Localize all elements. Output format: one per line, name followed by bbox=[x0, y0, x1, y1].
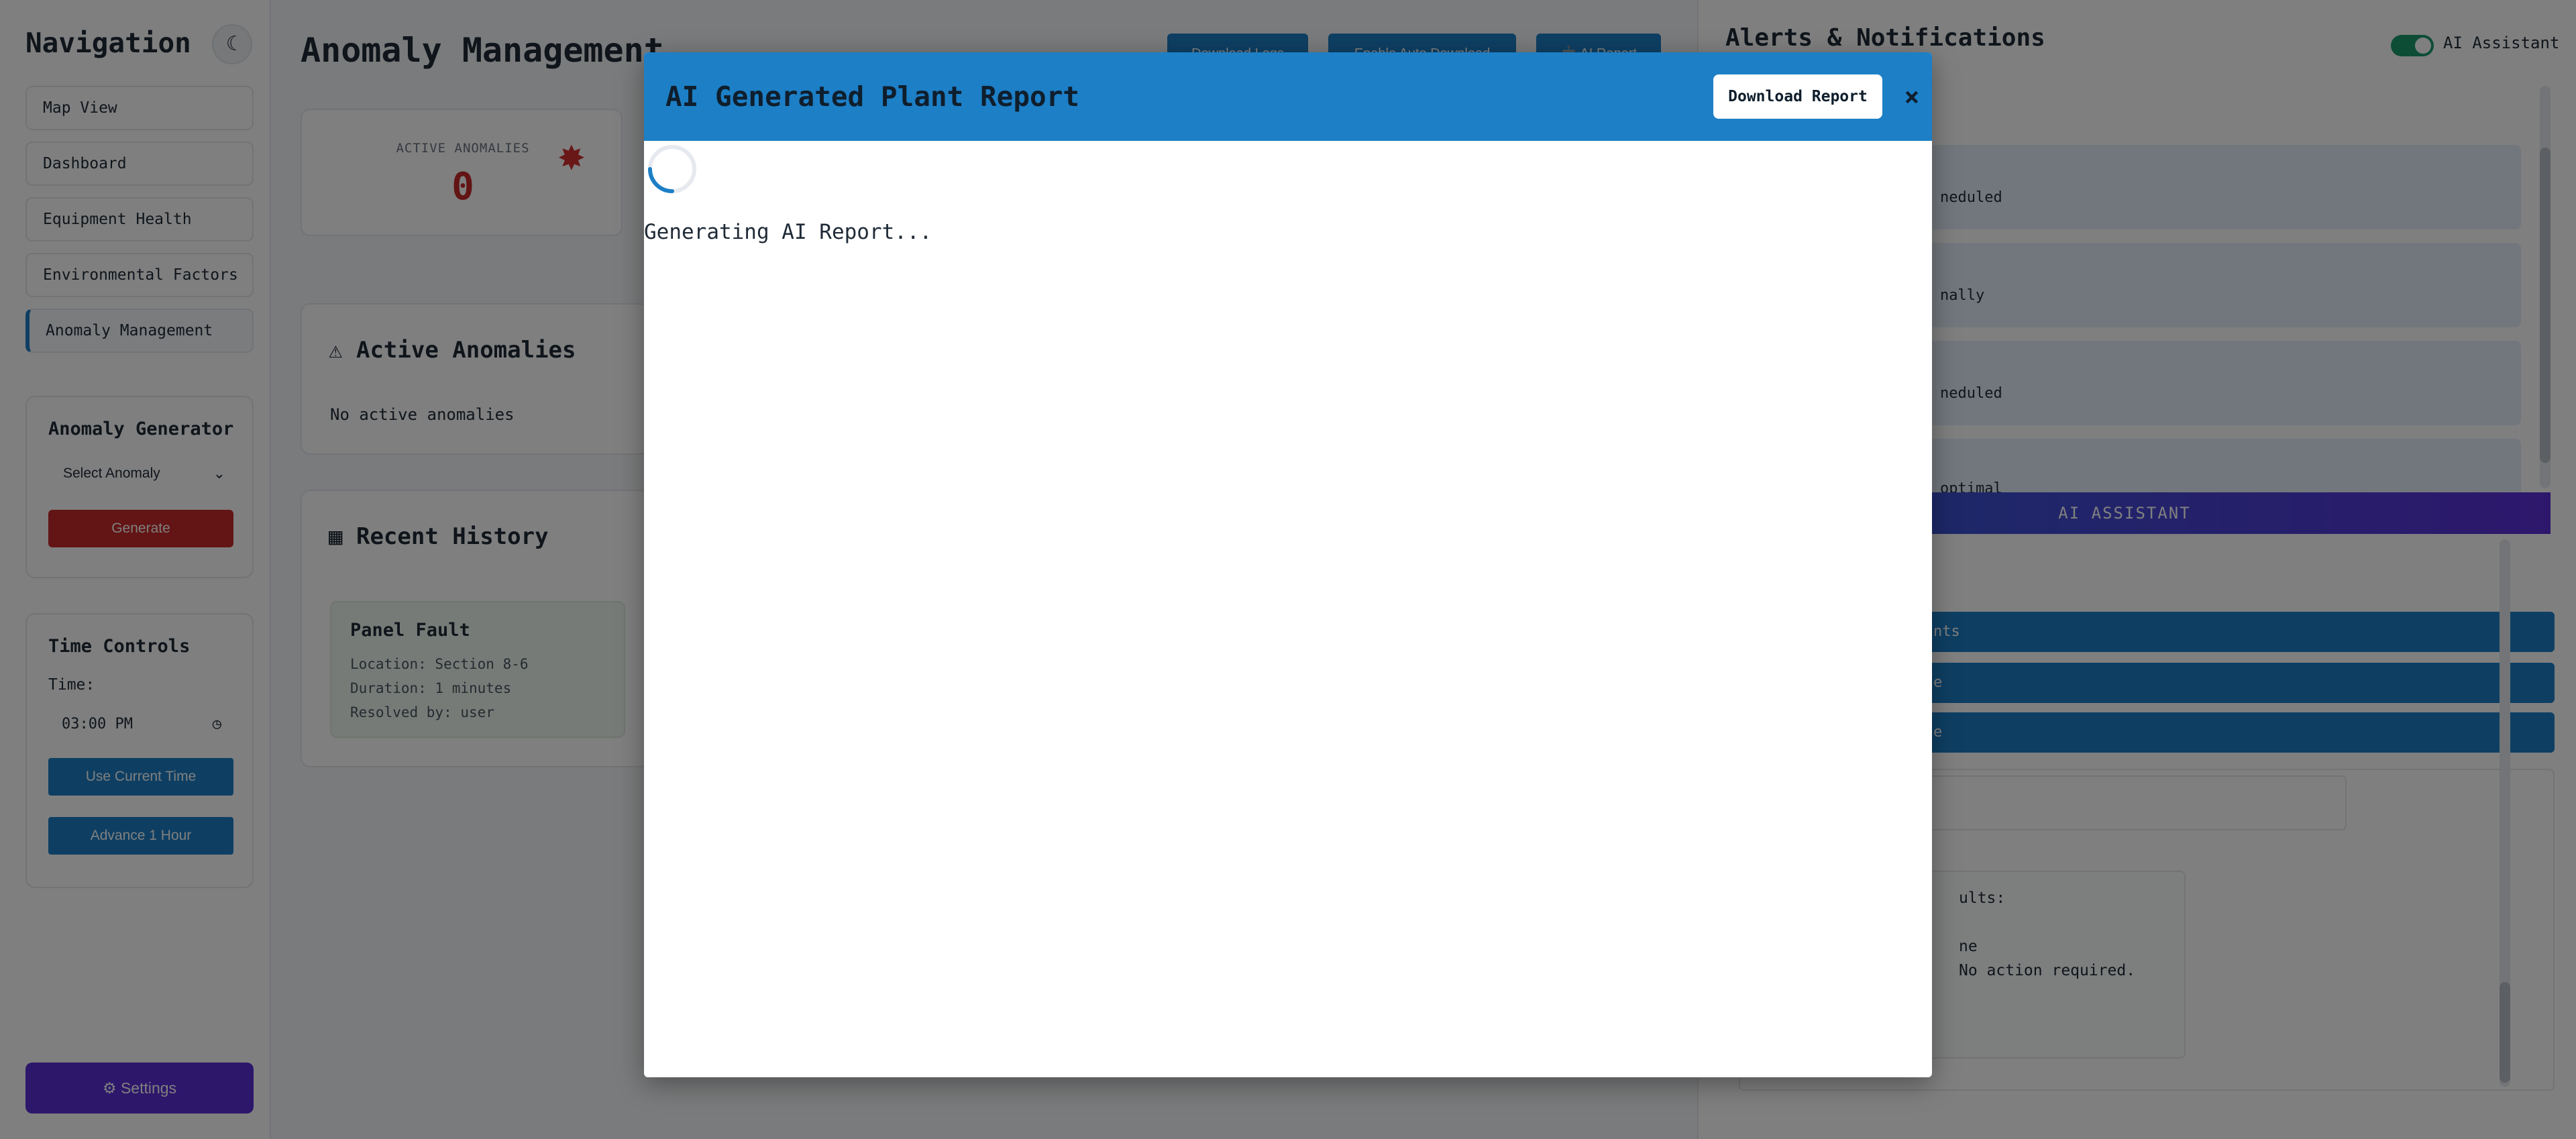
download-report-button[interactable]: Download Report bbox=[1713, 74, 1882, 119]
close-icon[interactable]: × bbox=[1898, 76, 1925, 117]
ai-report-modal: AI Generated Plant Report Download Repor… bbox=[644, 52, 1932, 1077]
loading-text: Generating AI Report... bbox=[644, 220, 932, 244]
modal-title: AI Generated Plant Report bbox=[665, 80, 1080, 113]
modal-header: AI Generated Plant Report Download Repor… bbox=[644, 52, 1932, 141]
loading-spinner-icon bbox=[648, 145, 696, 193]
